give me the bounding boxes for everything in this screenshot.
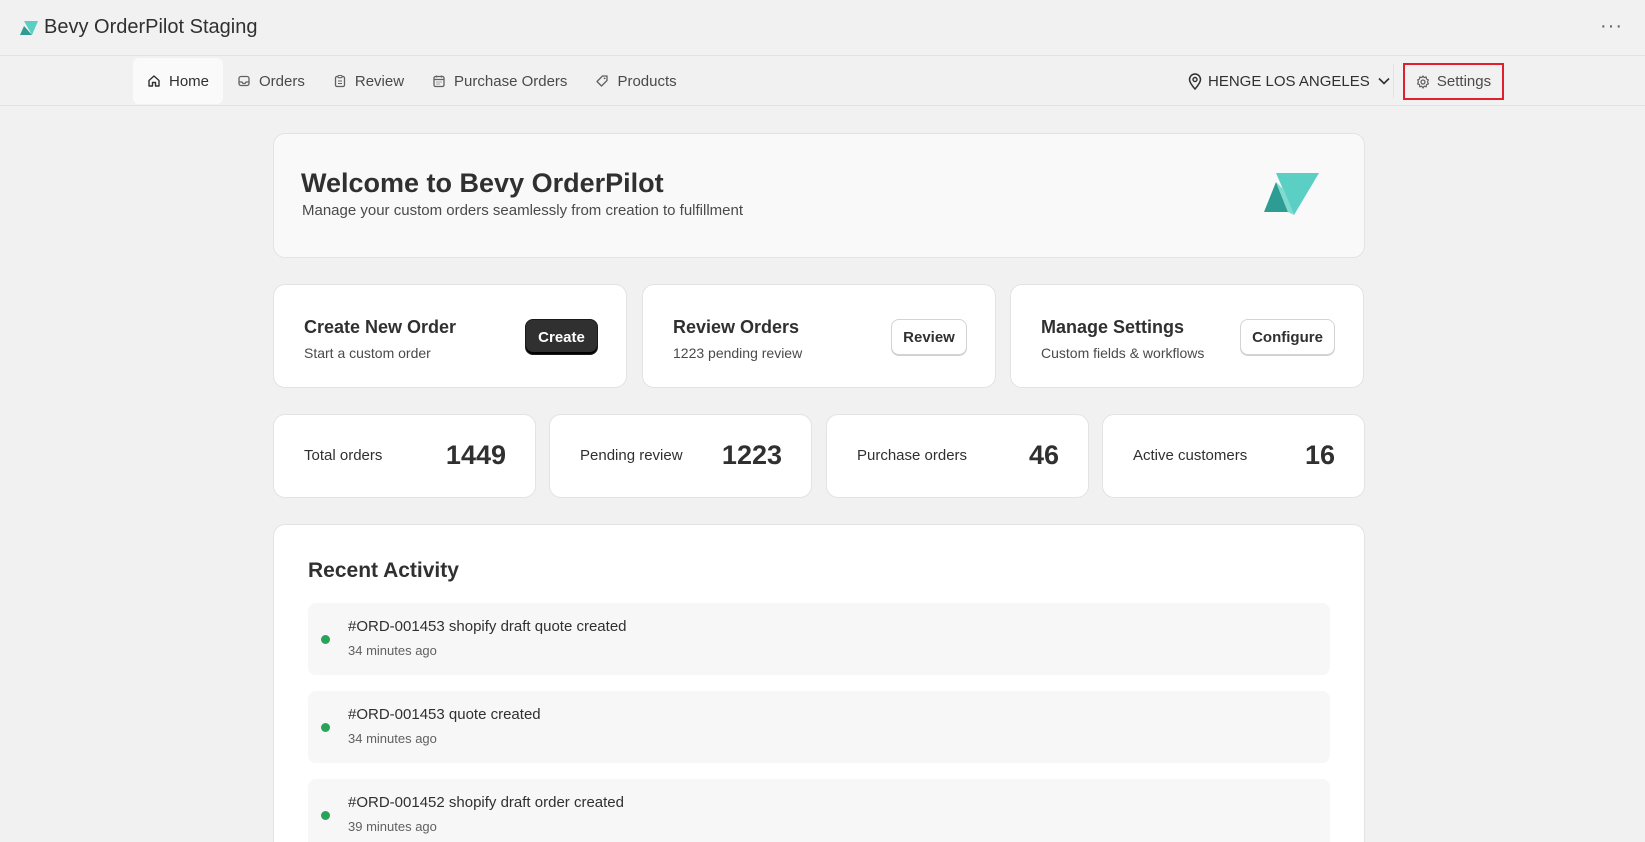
activity-time: 34 minutes ago	[348, 731, 437, 746]
create-order-card: Create New Order Start a custom order Cr…	[273, 284, 627, 388]
tab-purchase-orders[interactable]: Purchase Orders	[418, 58, 581, 104]
nav-divider	[1393, 64, 1394, 98]
stat-value: 16	[1304, 440, 1335, 470]
settings-button[interactable]: Settings	[1403, 63, 1504, 100]
tab-products-label: Products	[617, 72, 677, 90]
calendar-icon	[433, 75, 445, 88]
manage-settings-subtitle: Custom fields & workflows	[1041, 345, 1205, 361]
status-dot-icon	[321, 723, 330, 732]
tab-home-label: Home	[169, 72, 210, 90]
location-selector[interactable]: HENGE LOS ANGELES	[1188, 56, 1390, 106]
create-order-subtitle: Start a custom order	[304, 345, 431, 361]
tab-home[interactable]: Home	[133, 58, 224, 104]
recent-activity-card: Recent Activity #ORD-001453 shopify draf…	[273, 524, 1365, 842]
stat-value: 1223	[721, 440, 782, 470]
review-orders-subtitle: 1223 pending review	[673, 345, 803, 361]
review-button[interactable]: Review	[891, 319, 967, 355]
tab-review-label: Review	[354, 72, 405, 90]
clipboard-icon	[334, 74, 346, 88]
welcome-title: Welcome to Bevy OrderPilot	[301, 168, 664, 198]
stat-value: 1449	[445, 440, 506, 470]
activity-text: #ORD-001453 shopify draft quote created	[348, 618, 627, 635]
map-pin-icon	[1188, 72, 1202, 90]
gear-icon	[1416, 74, 1429, 89]
activity-text: #ORD-001453 quote created	[348, 706, 541, 723]
main-nav: Home Orders Review Purchase Orders Produ…	[0, 56, 1645, 106]
status-dot-icon	[321, 811, 330, 820]
home-icon	[148, 75, 160, 87]
welcome-subtitle: Manage your custom orders seamlessly fro…	[302, 202, 744, 219]
tab-orders-label: Orders	[259, 72, 305, 90]
brand-logo-icon	[1264, 173, 1319, 215]
manage-settings-card: Manage Settings Custom fields & workflow…	[1010, 284, 1364, 388]
tab-review[interactable]: Review	[319, 58, 418, 104]
tab-orders[interactable]: Orders	[223, 58, 319, 104]
activity-text: #ORD-001452 shopify draft order created	[348, 794, 624, 811]
location-label: HENGE LOS ANGELES	[1208, 72, 1370, 90]
inbox-icon	[238, 75, 250, 87]
chevron-down-icon	[1378, 77, 1390, 85]
activity-item[interactable]: #ORD-001453 shopify draft quote created …	[308, 603, 1330, 675]
stat-pending-review: Pending review 1223	[549, 414, 812, 498]
tab-products[interactable]: Products	[581, 58, 690, 104]
create-order-title: Create New Order	[304, 317, 457, 337]
app-titlebar: Bevy OrderPilot Staging ···	[0, 0, 1645, 56]
activity-item[interactable]: #ORD-001453 quote created 34 minutes ago	[308, 691, 1330, 763]
welcome-card: Welcome to Bevy OrderPilot Manage your c…	[273, 133, 1365, 258]
tab-purchase-orders-label: Purchase Orders	[454, 72, 568, 90]
recent-activity-title: Recent Activity	[308, 559, 459, 582]
activity-time: 34 minutes ago	[348, 643, 437, 658]
stat-purchase-orders: Purchase orders 46	[826, 414, 1089, 498]
status-dot-icon	[321, 635, 330, 644]
activity-item[interactable]: #ORD-001452 shopify draft order created …	[308, 779, 1330, 842]
create-button[interactable]: Create	[525, 319, 598, 355]
settings-label: Settings	[1436, 73, 1492, 90]
stat-active-customers: Active customers 16	[1102, 414, 1365, 498]
tag-icon	[596, 75, 609, 87]
stat-value: 46	[1028, 440, 1059, 470]
review-orders-card: Review Orders 1223 pending review Review	[642, 284, 996, 388]
stat-label: Pending review	[580, 447, 683, 464]
app-logo-icon	[20, 20, 38, 35]
activity-time: 39 minutes ago	[348, 819, 437, 834]
stat-label: Total orders	[304, 447, 383, 464]
stat-label: Purchase orders	[857, 447, 968, 464]
stat-label: Active customers	[1133, 447, 1248, 464]
stat-total-orders: Total orders 1449	[273, 414, 536, 498]
more-options-icon[interactable]: ···	[1600, 16, 1623, 36]
review-orders-title: Review Orders	[673, 317, 800, 337]
nav-tabs: Home Orders Review Purchase Orders Produ…	[133, 58, 691, 104]
app-title: Bevy OrderPilot Staging	[44, 16, 258, 38]
configure-button[interactable]: Configure	[1240, 319, 1335, 355]
manage-settings-title: Manage Settings	[1041, 317, 1185, 337]
